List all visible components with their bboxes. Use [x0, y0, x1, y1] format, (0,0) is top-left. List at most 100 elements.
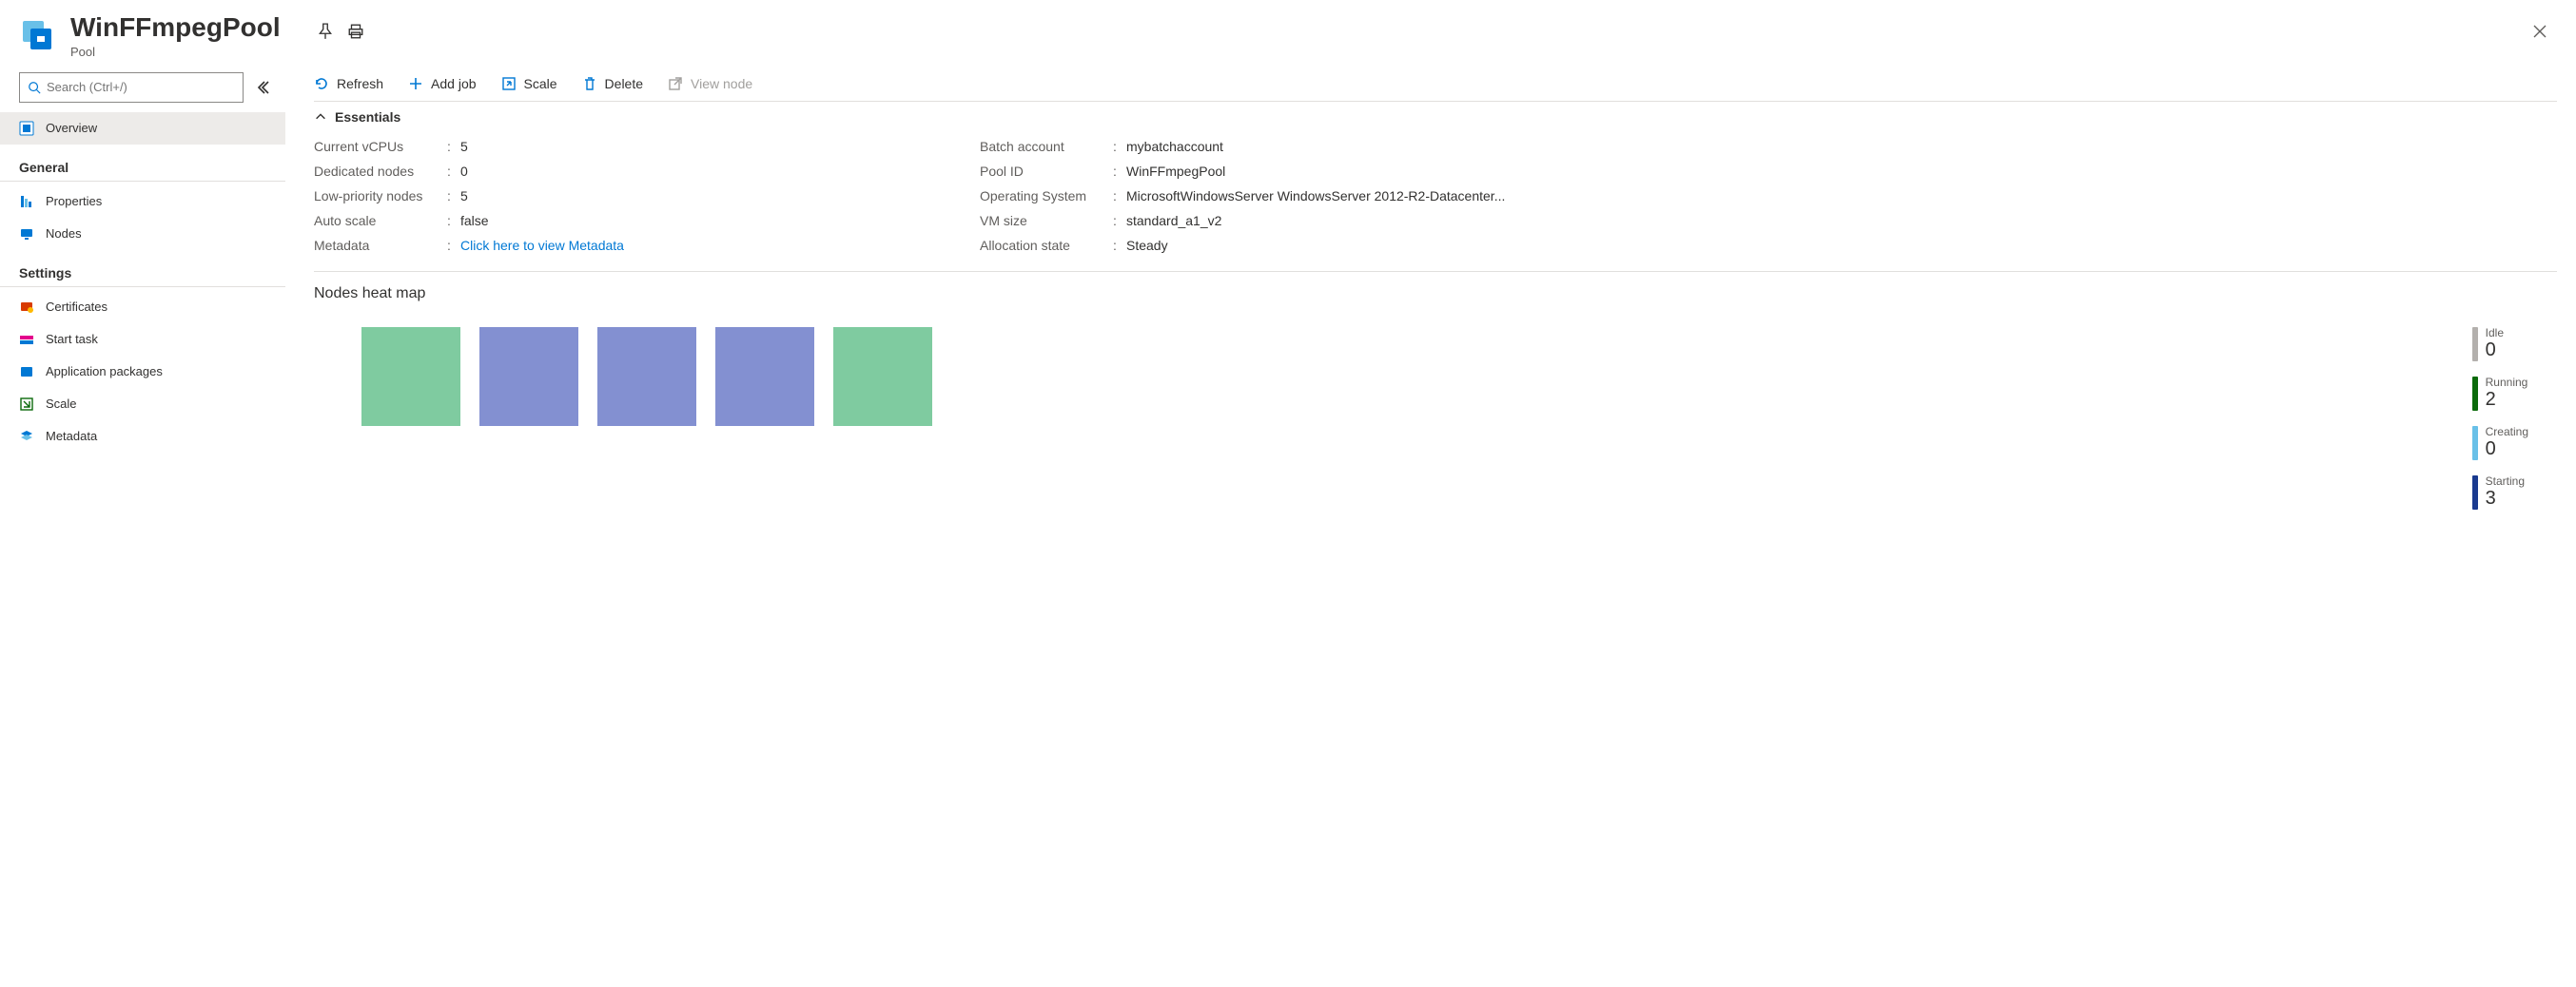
sidebar-item-properties[interactable]: Properties	[0, 185, 285, 218]
sidebar-item-metadata[interactable]: Metadata	[0, 420, 285, 453]
legend-color-creating	[2472, 426, 2478, 460]
ess-label: Dedicated nodes	[314, 164, 447, 179]
page-title: WinFFmpegPool	[70, 13, 281, 43]
legend-color-starting	[2472, 475, 2478, 510]
ess-label: Pool ID	[980, 164, 1113, 179]
metadata-icon	[19, 429, 34, 444]
legend-label: Idle	[2486, 327, 2504, 339]
ess-link-metadata[interactable]: Click here to view Metadata	[460, 238, 624, 253]
toolbar-label: Refresh	[337, 76, 383, 91]
legend-creating: Creating 0	[2472, 426, 2528, 460]
legend-running: Running 2	[2472, 377, 2528, 411]
page-subtitle: Pool	[70, 45, 281, 59]
essentials-panel: Current vCPUs : 5 Dedicated nodes : 0 Lo…	[314, 128, 2557, 272]
sidebar-item-label: Scale	[46, 397, 77, 411]
refresh-icon	[314, 76, 329, 91]
node-tile-running[interactable]	[833, 327, 932, 426]
collapse-sidebar-icon[interactable]	[255, 80, 270, 95]
ess-label: Auto scale	[314, 213, 447, 228]
ess-value-os: MicrosoftWindowsServer WindowsServer 201…	[1126, 188, 1505, 203]
sidebar-section-settings: Settings	[0, 250, 285, 287]
node-tile-starting[interactable]	[715, 327, 814, 426]
ess-label: Current vCPUs	[314, 139, 447, 154]
application-packages-icon	[19, 364, 34, 379]
legend-value-running: 2	[2486, 389, 2528, 410]
node-tile-starting[interactable]	[597, 327, 696, 426]
essentials-toggle[interactable]: Essentials	[314, 101, 2557, 128]
node-tile-running[interactable]	[361, 327, 460, 426]
legend-color-running	[2472, 377, 2478, 411]
sidebar-item-scale[interactable]: Scale	[0, 388, 285, 420]
ess-value-auto-scale: false	[460, 213, 489, 228]
essentials-title: Essentials	[335, 109, 400, 125]
sidebar-item-label: Certificates	[46, 300, 107, 314]
ess-value-low-priority-nodes: 5	[460, 188, 468, 203]
sidebar-item-application-packages[interactable]: Application packages	[0, 356, 285, 388]
legend-value-creating: 0	[2486, 438, 2528, 459]
ess-value-pool-id: WinFFmpegPool	[1126, 164, 1225, 179]
legend-label: Creating	[2486, 426, 2528, 438]
plus-icon	[408, 76, 423, 91]
close-icon[interactable]	[2532, 23, 2547, 45]
scale-icon	[501, 76, 517, 91]
sidebar-item-label: Properties	[46, 194, 102, 208]
sidebar-item-label: Nodes	[46, 226, 82, 241]
certificates-icon	[19, 300, 34, 315]
legend-label: Running	[2486, 377, 2528, 389]
legend-label: Starting	[2486, 475, 2525, 488]
ess-value-batch-account: mybatchaccount	[1126, 139, 1223, 154]
sidebar-item-label: Overview	[46, 121, 97, 135]
ess-value-allocation-state: Steady	[1126, 238, 1168, 253]
toolbar-label: Delete	[605, 76, 643, 91]
open-icon	[668, 76, 683, 91]
ess-label: VM size	[980, 213, 1113, 228]
search-input-wrapper[interactable]	[19, 72, 244, 103]
legend-color-idle	[2472, 327, 2478, 361]
ess-label: Operating System	[980, 188, 1113, 203]
sidebar-item-nodes[interactable]: Nodes	[0, 218, 285, 250]
delete-button[interactable]: Delete	[582, 76, 643, 91]
search-input[interactable]	[47, 80, 235, 94]
add-job-button[interactable]: Add job	[408, 76, 476, 91]
legend-idle: Idle 0	[2472, 327, 2528, 361]
legend-value-idle: 0	[2486, 339, 2504, 360]
heatmap-legend: Idle 0 Running 2 Creat	[2472, 327, 2528, 510]
sidebar: Overview General Properties Nodes Settin…	[0, 67, 285, 529]
ess-label: Low-priority nodes	[314, 188, 447, 203]
start-task-icon	[19, 332, 34, 347]
toolbar-label: Scale	[524, 76, 557, 91]
pin-icon[interactable]	[317, 23, 334, 40]
sidebar-item-start-task[interactable]: Start task	[0, 323, 285, 356]
refresh-button[interactable]: Refresh	[314, 76, 383, 91]
sidebar-item-label: Application packages	[46, 364, 163, 378]
sidebar-item-overview[interactable]: Overview	[0, 112, 285, 145]
ess-value-vm-size: standard_a1_v2	[1126, 213, 1221, 228]
ess-label: Batch account	[980, 139, 1113, 154]
ess-label: Metadata	[314, 238, 447, 253]
print-icon[interactable]	[347, 23, 364, 40]
sidebar-item-certificates[interactable]: Certificates	[0, 291, 285, 323]
heatmap-title: Nodes heat map	[314, 272, 2557, 327]
node-tile-starting[interactable]	[479, 327, 578, 426]
delete-icon	[582, 76, 597, 91]
overview-icon	[19, 121, 34, 136]
view-node-button: View node	[668, 76, 752, 91]
toolbar-label: Add job	[431, 76, 476, 91]
nodes-icon	[19, 226, 34, 242]
scale-button[interactable]: Scale	[501, 76, 557, 91]
sidebar-item-label: Start task	[46, 332, 98, 346]
sidebar-item-label: Metadata	[46, 429, 97, 443]
chevron-up-icon	[314, 110, 327, 124]
toolbar-label: View node	[691, 76, 752, 91]
properties-icon	[19, 194, 34, 209]
ess-value-current-vcpus: 5	[460, 139, 468, 154]
ess-label: Allocation state	[980, 238, 1113, 253]
legend-starting: Starting 3	[2472, 475, 2528, 510]
command-bar: Refresh Add job Scale	[314, 70, 2557, 101]
legend-value-starting: 3	[2486, 488, 2525, 509]
scale-icon	[19, 397, 34, 412]
heatmap-nodes	[361, 327, 932, 426]
pool-resource-icon	[19, 17, 57, 55]
ess-value-dedicated-nodes: 0	[460, 164, 468, 179]
search-icon	[28, 81, 41, 94]
